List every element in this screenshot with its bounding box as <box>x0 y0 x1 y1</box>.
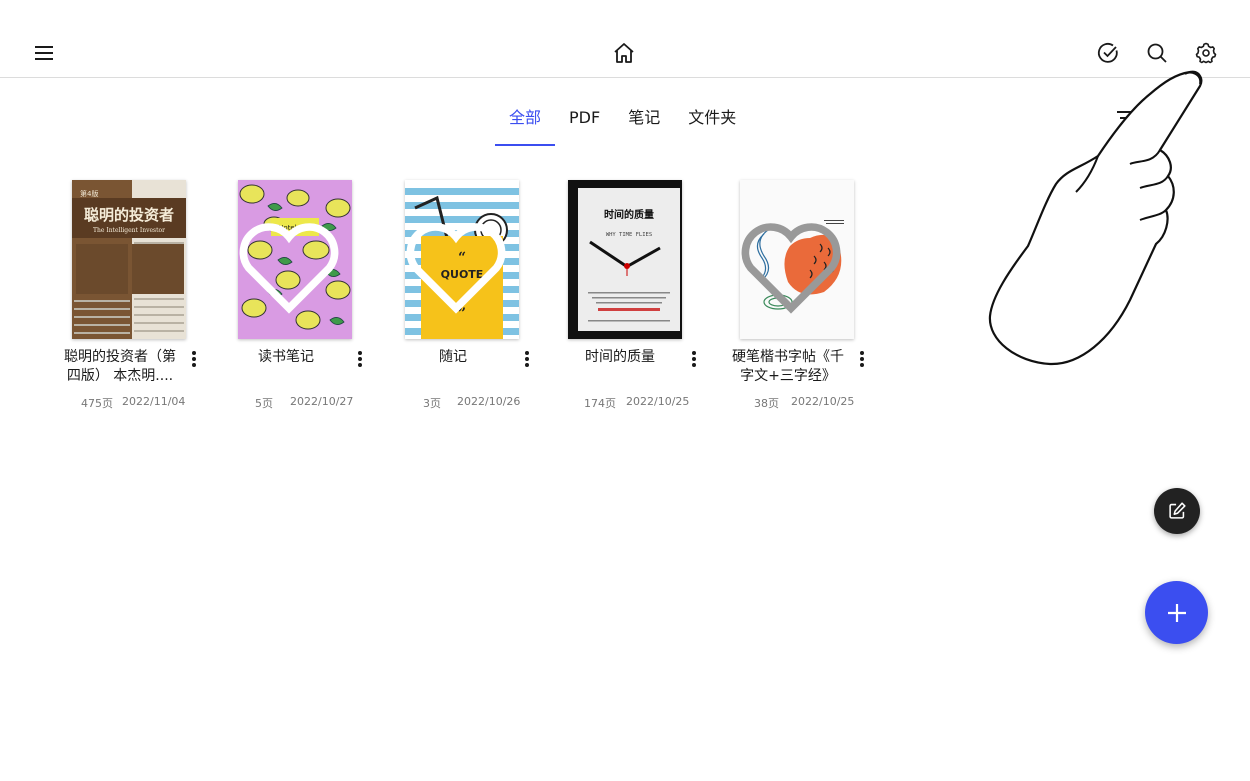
tab-all[interactable]: 全部 <box>495 100 556 146</box>
more-options-button[interactable] <box>852 348 872 370</box>
more-options-button[interactable] <box>184 348 204 370</box>
page-count: 5页 <box>255 397 273 410</box>
page-count: 174页 <box>584 397 616 410</box>
book-date: 2022/10/25 <box>791 395 855 408</box>
cover-title: 时间的质量 <box>604 208 654 221</box>
tab-pdf[interactable]: PDF <box>555 100 614 146</box>
favorite-icon[interactable] <box>238 186 346 339</box>
edit-icon <box>1169 502 1186 519</box>
book-title: 硬笔楷书字帖《千字文+三字经》 <box>732 349 844 384</box>
book-cover[interactable]: Notebook <box>238 180 352 339</box>
home-button[interactable] <box>604 33 644 73</box>
search-button[interactable] <box>1137 33 1177 73</box>
check-circle-icon <box>1097 42 1118 63</box>
book-cover-art: 第4版 聪明的投资者 The Intelligent Investor <box>72 180 186 339</box>
menu-button[interactable] <box>24 33 64 73</box>
more-options-button[interactable] <box>517 348 537 370</box>
select-button[interactable] <box>1088 33 1128 73</box>
favorite-icon[interactable] <box>405 186 513 339</box>
book-title: 读书笔记 <box>258 349 314 365</box>
filter-icon <box>1117 111 1135 125</box>
more-vertical-icon <box>860 351 864 367</box>
cover-subtitle: WHY TIME FLIES <box>606 232 652 238</box>
add-button[interactable] <box>1145 581 1208 644</box>
tab-folders[interactable]: 文件夹 <box>674 100 750 146</box>
page-count: 3页 <box>423 397 441 410</box>
page-count: 475页 <box>81 397 113 410</box>
book-date: 2022/11/04 <box>122 395 186 408</box>
hand-pointer-illustration <box>988 70 1203 366</box>
menu-icon <box>35 46 53 60</box>
book-cover[interactable]: 第4版 聪明的投资者 The Intelligent Investor <box>72 180 186 339</box>
more-options-button[interactable] <box>684 348 704 370</box>
book-cover-art: 时间的质量 WHY TIME FLIES <box>568 180 682 339</box>
book-date: 2022/10/27 <box>290 395 354 408</box>
book-cover[interactable]: “ QUOTE ” <box>405 180 519 339</box>
settings-button[interactable] <box>1186 33 1226 73</box>
cover-title: 聪明的投资者 <box>84 206 174 224</box>
book-cover[interactable]: 时间的质量 WHY TIME FLIES <box>568 180 682 339</box>
favorite-icon[interactable] <box>740 186 848 339</box>
home-icon <box>614 43 634 63</box>
category-tabs: 全部 PDF 笔记 文件夹 <box>495 100 750 146</box>
book-title: 随记 <box>439 349 467 365</box>
cover-edition: 第4版 <box>80 189 98 198</box>
book-title: 聪明的投资者（第四版） 本杰明.... <box>64 349 176 384</box>
more-vertical-icon <box>525 351 529 367</box>
cover-subtitle: The Intelligent Investor <box>93 227 165 234</box>
more-options-button[interactable] <box>350 348 370 370</box>
edit-button[interactable] <box>1154 488 1200 534</box>
tab-notes[interactable]: 笔记 <box>614 100 674 146</box>
more-vertical-icon <box>358 351 362 367</box>
book-date: 2022/10/26 <box>457 395 521 408</box>
search-icon <box>1147 43 1167 63</box>
book-date: 2022/10/25 <box>626 395 690 408</box>
page-count: 38页 <box>754 397 779 410</box>
book-title: 时间的质量 <box>585 349 655 365</box>
plus-icon <box>1167 603 1186 622</box>
top-app-bar <box>0 0 1250 78</box>
filter-button[interactable] <box>1110 100 1142 136</box>
more-vertical-icon <box>192 351 196 367</box>
more-vertical-icon <box>692 351 696 367</box>
gear-icon <box>1195 42 1217 64</box>
book-cover[interactable] <box>740 180 854 339</box>
